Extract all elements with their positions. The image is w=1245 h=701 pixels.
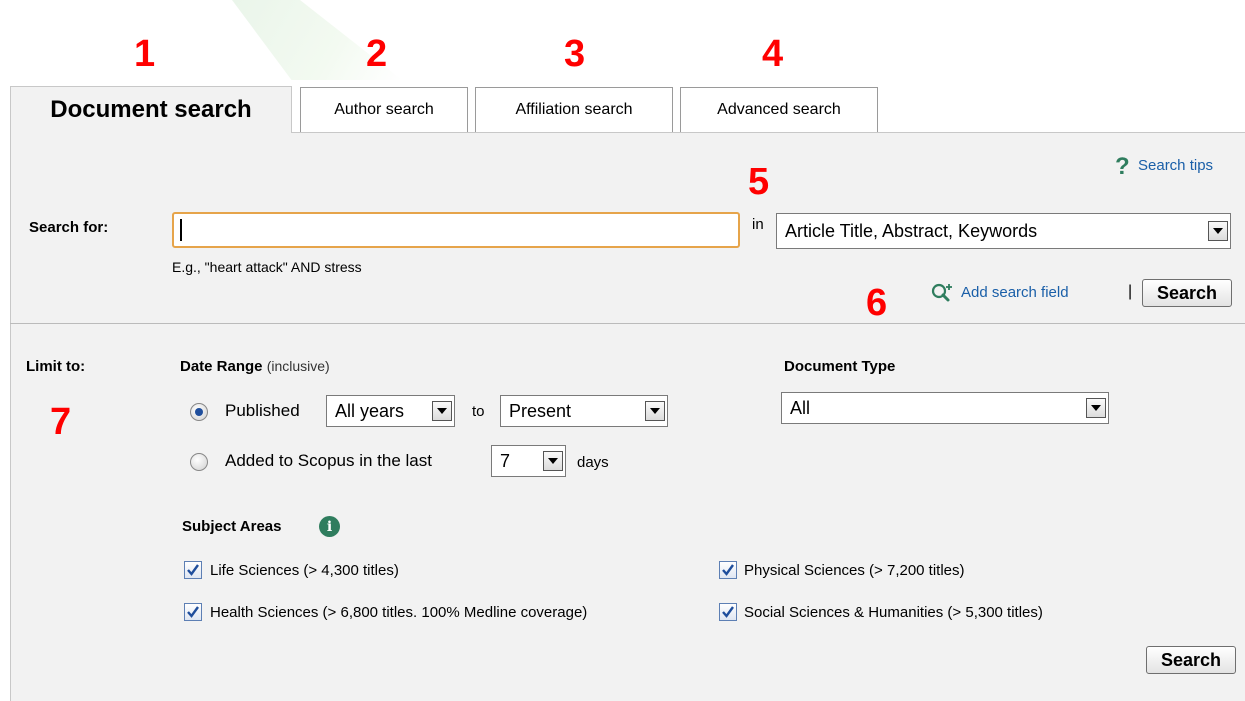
checkmark-icon (722, 606, 734, 618)
days-select[interactable]: 7 (491, 445, 566, 477)
date-range-note: (inclusive) (266, 358, 330, 374)
tab-author-search[interactable]: Author search (300, 87, 468, 132)
annotation-2: 2 (366, 33, 388, 75)
search-input[interactable] (172, 212, 740, 248)
chevron-down-icon[interactable] (432, 401, 452, 421)
search-example-text: E.g., "heart attack" AND stress (172, 259, 362, 275)
add-search-field-icon[interactable] (930, 281, 956, 303)
to-label: to (472, 403, 485, 420)
search-for-label: Search for: (29, 219, 109, 236)
added-to-scopus-radio[interactable] (190, 453, 208, 471)
tab-advanced-search[interactable]: Advanced search (680, 87, 878, 132)
date-range-heading: Date Range (inclusive) (180, 358, 330, 375)
social-sciences-checkbox[interactable] (719, 603, 737, 621)
checkmark-icon (187, 564, 199, 576)
days-selected: 7 (500, 450, 511, 471)
add-search-field-link[interactable]: Add search field (961, 284, 1069, 301)
in-label: in (752, 216, 764, 233)
chevron-down-icon[interactable] (645, 401, 665, 421)
limit-search-button[interactable]: Search (1146, 646, 1236, 674)
life-sciences-checkbox[interactable] (184, 561, 202, 579)
question-mark-icon[interactable]: ? (1115, 155, 1130, 179)
to-year-selected: Present (509, 400, 572, 421)
social-sciences-label: Social Sciences & Humanities (> 5,300 ti… (744, 604, 1043, 621)
health-sciences-label: Health Sciences (> 6,800 titles. 100% Me… (210, 604, 588, 621)
physical-sciences-checkbox[interactable] (719, 561, 737, 579)
info-icon[interactable]: i (319, 516, 340, 537)
tab-affiliation-search[interactable]: Affiliation search (475, 87, 673, 132)
published-radio[interactable] (190, 403, 208, 421)
search-field-select[interactable]: Article Title, Abstract, Keywords (776, 213, 1231, 249)
annotation-6: 6 (866, 282, 888, 324)
chevron-down-icon[interactable] (1086, 398, 1106, 418)
added-to-scopus-label: Added to Scopus in the last (225, 451, 432, 470)
to-year-select[interactable]: Present (500, 395, 668, 427)
text-cursor (180, 219, 182, 241)
search-button[interactable]: Search (1142, 279, 1232, 307)
document-type-label: Document Type (784, 358, 896, 375)
annotation-7: 7 (50, 401, 72, 443)
date-range-label: Date Range (180, 358, 263, 375)
from-year-select[interactable]: All years (326, 395, 455, 427)
checkmark-icon (187, 606, 199, 618)
subject-areas-label: Subject Areas (182, 518, 282, 535)
tab-document-search[interactable]: Document search (10, 86, 292, 133)
search-field-selected: Article Title, Abstract, Keywords (785, 220, 1038, 241)
limit-to-label: Limit to: (26, 358, 86, 375)
document-type-selected: All (790, 397, 811, 418)
physical-sciences-label: Physical Sciences (> 7,200 titles) (744, 562, 965, 579)
from-year-selected: All years (335, 400, 405, 421)
checkmark-icon (722, 564, 734, 576)
annotation-3: 3 (564, 33, 586, 75)
document-type-select[interactable]: All (781, 392, 1109, 424)
chevron-down-icon[interactable] (1208, 221, 1228, 241)
link-separator: | (1128, 283, 1133, 300)
life-sciences-label: Life Sciences (> 4,300 titles) (210, 562, 399, 579)
chevron-down-icon[interactable] (543, 451, 563, 471)
days-label: days (577, 454, 609, 471)
published-label: Published (225, 401, 300, 420)
annotation-1: 1 (134, 33, 156, 75)
annotation-4: 4 (762, 33, 784, 75)
health-sciences-checkbox[interactable] (184, 603, 202, 621)
section-divider (10, 323, 1245, 324)
search-tips-link[interactable]: Search tips (1138, 157, 1213, 174)
annotation-5: 5 (748, 161, 770, 203)
